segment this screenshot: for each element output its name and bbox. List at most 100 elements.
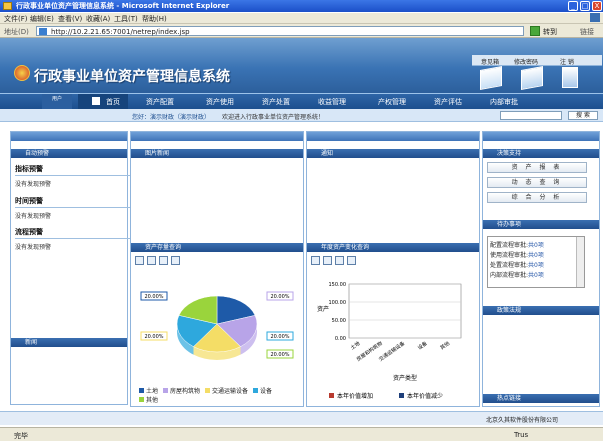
- pie-slice-label: 20.00%: [270, 294, 289, 300]
- search-input[interactable]: [500, 111, 562, 120]
- legend-label: 交通运输设备: [212, 388, 249, 395]
- todo-count[interactable]: 共0项: [528, 272, 544, 279]
- todo-count[interactable]: 共0项: [528, 262, 544, 269]
- feedback-link[interactable]: 意见箱: [481, 57, 499, 66]
- home-icon[interactable]: [480, 66, 502, 90]
- go-button[interactable]: 转到: [543, 27, 557, 37]
- picture-news-column: 图片新闻 资产存量查询 20.00% 20.00% 20.00% 20.00% 20.0…: [130, 131, 304, 407]
- refresh-icon[interactable]: [521, 66, 543, 90]
- trusted-zone-text: Trus: [514, 431, 529, 439]
- nav-revenue[interactable]: 收益管理: [318, 97, 346, 107]
- asset-report-button[interactable]: 资 产 报 表: [487, 162, 587, 173]
- sub-bar: 您好：演示财政（演示财政） 欢迎进入行政事业单位资产管理系统！ 搜 索: [0, 109, 603, 122]
- todo-item: 使用流程审批:共0项: [490, 250, 544, 259]
- logout-link[interactable]: 注 销: [560, 57, 574, 66]
- todo-label: 配置流程审批:: [490, 242, 529, 249]
- right-top-header: [483, 132, 599, 141]
- address-input[interactable]: http://10.2.21.65:7001/netrep/index.jsp: [36, 26, 524, 36]
- pie-legend-item: 其他: [139, 395, 158, 404]
- todo-item: 配置流程审批:共0项: [490, 240, 544, 249]
- warning-time-title: 时间预警: [15, 196, 135, 208]
- warning-indicator-item[interactable]: 没有发现预警: [15, 179, 135, 188]
- y-tick-label: 0.00: [335, 336, 346, 342]
- maximize-button[interactable]: □: [580, 1, 590, 11]
- nav-asset-evaluation[interactable]: 资产评估: [434, 97, 462, 107]
- hot-links-header: 热点链接: [483, 394, 599, 403]
- todo-item: 处置流程审批:共0项: [490, 260, 544, 269]
- todo-header: 待办事项: [483, 220, 599, 229]
- y-tick-label: 50.00: [332, 318, 346, 324]
- nav-property-rights[interactable]: 产权管理: [378, 97, 406, 107]
- export-icon[interactable]: [171, 256, 180, 265]
- asset-report-label: 资 产 报 表: [511, 164, 563, 171]
- warning-indicator-box: 指标预警 没有发现预警: [15, 164, 135, 188]
- minimize-button[interactable]: _: [568, 1, 578, 11]
- nav-home[interactable]: 首页: [106, 97, 120, 107]
- dynamic-query-button[interactable]: 动 态 查 询: [487, 177, 587, 188]
- zoom-icon[interactable]: [311, 256, 320, 265]
- todo-label: 使用流程审批:: [490, 252, 529, 259]
- todo-count[interactable]: 共0项: [528, 242, 544, 249]
- go-arrow-icon[interactable]: [530, 26, 540, 36]
- todo-count[interactable]: 共0项: [528, 252, 544, 259]
- legend-swatch: [329, 393, 334, 398]
- monitor-icon[interactable]: [562, 67, 578, 88]
- address-bar: 地址(D) http://10.2.21.65:7001/netrep/inde…: [0, 24, 603, 38]
- legend-label: 土地: [146, 388, 159, 395]
- national-emblem-icon: [14, 65, 30, 81]
- pie-legend-item: 设备: [253, 386, 272, 395]
- close-button[interactable]: X: [592, 1, 602, 11]
- legend-swatch: [253, 388, 259, 393]
- chart-icon[interactable]: [335, 256, 344, 265]
- pie-slice-label: 20.00%: [270, 334, 289, 340]
- search-button[interactable]: 搜 索: [568, 111, 598, 120]
- menu-view[interactable]: 查看(V): [58, 14, 82, 24]
- user-icon[interactable]: [147, 256, 156, 265]
- picture-news-header: 图片新闻: [131, 149, 303, 158]
- chart-icon[interactable]: [159, 256, 168, 265]
- address-label: 地址(D): [4, 28, 29, 36]
- warning-process-box: 流程预警 没有发现预警: [15, 227, 135, 251]
- picture-news-title: 图片新闻: [145, 150, 170, 157]
- legend-swatch: [163, 388, 169, 393]
- user-icon[interactable]: [323, 256, 332, 265]
- main-nav: 用户 首页 资产配置 资产使用 资产处置 收益管理 产权管理 资产评估 内部审批: [0, 93, 603, 109]
- menu-edit[interactable]: 编辑(E): [30, 14, 54, 24]
- warning-process-item[interactable]: 没有发现预警: [15, 242, 135, 251]
- comprehensive-analysis-button[interactable]: 综 合 分 析: [487, 192, 587, 203]
- auto-warning-title: 自动预警: [25, 150, 50, 157]
- nav-asset-config[interactable]: 资产配置: [146, 97, 174, 107]
- dynamic-query-label: 动 态 查 询: [511, 179, 563, 186]
- menu-tools[interactable]: 工具(T): [114, 14, 138, 24]
- menu-favorites[interactable]: 收藏(A): [86, 14, 110, 24]
- legend-label: 其他: [146, 397, 159, 404]
- x-tick-label: 其他: [439, 340, 451, 351]
- legend-swatch: [139, 388, 144, 393]
- y-tick-label: 150.00: [329, 282, 347, 288]
- todo-list[interactable]: 配置流程审批:共0项 使用流程审批:共0项 处置流程审批:共0项 内部流程审批:…: [487, 236, 585, 288]
- bar-legend-label: 本年价值减少: [407, 392, 443, 400]
- page-icon: [39, 28, 47, 35]
- windows-logo-icon: [590, 13, 600, 22]
- pie-legend-item: 交通运输设备: [205, 386, 248, 395]
- nav-internal-approval[interactable]: 内部审批: [490, 97, 518, 107]
- menu-bar: 文件(F) 编辑(E) 查看(V) 收藏(A) 工具(T) 帮助(H): [0, 13, 603, 24]
- todo-scrollbar[interactable]: [576, 237, 584, 287]
- pie-toolbar: [135, 256, 183, 267]
- nav-asset-use[interactable]: 资产使用: [206, 97, 234, 107]
- user-tab[interactable]: 用户: [42, 94, 72, 109]
- export-icon[interactable]: [347, 256, 356, 265]
- todo-title: 待办事项: [497, 221, 522, 228]
- x-axis-label: 资产类型: [393, 374, 417, 382]
- warning-time-item[interactable]: 没有发现预警: [15, 211, 135, 220]
- zoom-icon[interactable]: [135, 256, 144, 265]
- notice-header: 通知: [307, 149, 479, 158]
- links-label[interactable]: 链接: [580, 27, 594, 37]
- change-password-link[interactable]: 修改密码: [514, 57, 538, 66]
- greeting-text: 您好：演示财政（演示财政）: [132, 114, 211, 121]
- left-column: 自动预警 指标预警 没有发现预警 时间预警 没有发现预警 流程预警 没有发现预警 新闻: [10, 131, 135, 405]
- legend-swatch: [205, 388, 211, 393]
- menu-file[interactable]: 文件(F): [4, 14, 28, 24]
- nav-asset-disposal[interactable]: 资产处置: [262, 97, 290, 107]
- menu-help[interactable]: 帮助(H): [142, 14, 167, 24]
